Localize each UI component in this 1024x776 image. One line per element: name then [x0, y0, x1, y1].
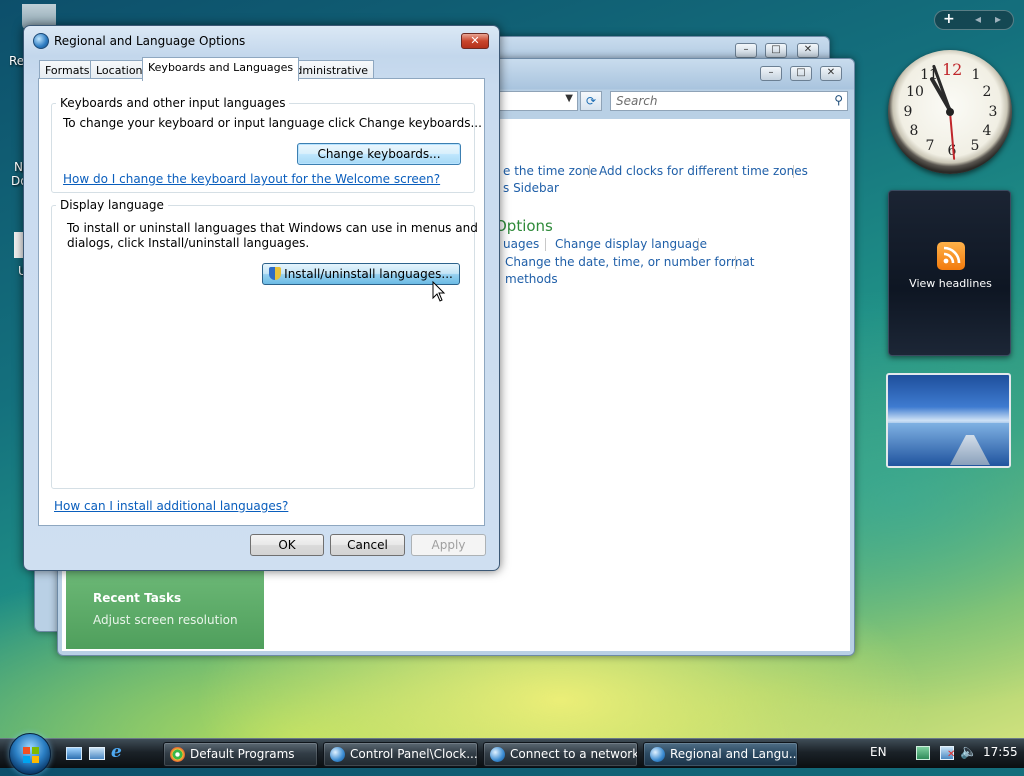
slideshow-gadget[interactable] — [886, 373, 1011, 468]
search-placeholder: Search — [616, 94, 658, 108]
taskbar-button-label: Control Panel\Clock... — [350, 747, 478, 761]
clock-numeral: 9 — [903, 104, 913, 120]
volume-muted-icon[interactable]: 🔈 — [960, 744, 977, 760]
display-language-description-line1: To install or uninstall languages that W… — [67, 221, 478, 235]
taskbar-button-connect-network[interactable]: Connect to a network — [483, 742, 638, 767]
apply-button[interactable]: Apply — [411, 534, 486, 556]
install-uninstall-label: Install/uninstall languages... — [284, 267, 453, 281]
windows-sidebar-tray-icon[interactable] — [916, 746, 930, 760]
keyboards-description: To change your keyboard or input languag… — [63, 116, 482, 130]
tab-keyboards-and-languages[interactable]: Keyboards and Languages — [142, 57, 300, 81]
internet-explorer-icon[interactable]: e — [111, 742, 122, 762]
language-indicator[interactable]: EN — [870, 745, 887, 759]
taskbar-button-regional-language[interactable]: Regional and Langu... — [643, 742, 798, 767]
clock-numeral: 4 — [982, 123, 992, 139]
refresh-icon[interactable]: ⟳ — [580, 91, 602, 111]
desktop-icon-label-recycle[interactable]: Re — [9, 54, 24, 68]
default-programs-icon — [170, 747, 185, 762]
clock-numeral: 12 — [942, 60, 963, 79]
clock-gadget[interactable]: 12 1 2 3 4 5 6 7 8 9 10 11 — [888, 50, 1012, 174]
desktop-icon-label-network[interactable]: N — [14, 160, 23, 174]
link-separator — [735, 256, 736, 269]
add-gadget-button[interactable]: + — [943, 11, 955, 27]
feed-headlines-gadget[interactable]: View headlines — [888, 190, 1011, 356]
change-time-zone-link[interactable]: e the time zone — [503, 164, 597, 178]
minimize-button[interactable]: – — [735, 43, 757, 58]
cancel-button[interactable]: Cancel — [330, 534, 405, 556]
slideshow-image — [888, 423, 1009, 466]
regional-language-dialog[interactable]: Regional and Language Options ✕ Formats … — [23, 25, 500, 571]
previous-page-button[interactable]: ◂ — [975, 12, 981, 26]
change-date-format-link[interactable]: Change the date, time, or number format — [505, 255, 754, 269]
next-page-button[interactable]: ▸ — [995, 12, 1001, 26]
network-icon — [490, 747, 505, 762]
regional-icon — [650, 747, 665, 762]
welcome-screen-keyboard-link[interactable]: How do I change the keyboard layout for … — [63, 172, 440, 186]
ok-button[interactable]: OK — [250, 534, 324, 556]
taskbar-button-label: Default Programs — [190, 747, 295, 761]
section-heading-options[interactable]: Options — [495, 217, 553, 235]
address-bar[interactable]: ▼ — [498, 91, 578, 111]
network-disconnected-icon: ✕ — [947, 749, 956, 760]
globe-icon — [33, 33, 49, 49]
network-tray-icon[interactable]: ✕ — [940, 746, 956, 760]
change-keyboards-button[interactable]: Change keyboards... — [297, 143, 461, 165]
display-language-group-title: Display language — [56, 198, 168, 212]
keyboards-group-title: Keyboards and other input languages — [56, 96, 290, 110]
mouse-cursor-icon — [432, 281, 446, 302]
close-button[interactable]: ✕ — [461, 33, 489, 49]
dialog-title: Regional and Language Options — [54, 34, 246, 48]
chevron-down-icon[interactable]: ▼ — [565, 93, 573, 104]
taskbar-button-label: Connect to a network — [510, 747, 638, 761]
taskbar-button-default-programs[interactable]: Default Programs — [163, 742, 318, 767]
taskbar-button-control-panel[interactable]: Control Panel\Clock... — [323, 742, 478, 767]
search-input[interactable]: Search ⚲ — [610, 91, 848, 111]
input-methods-link[interactable]: methods — [505, 272, 558, 286]
clock-numeral: 1 — [971, 67, 981, 83]
uac-shield-icon — [269, 267, 282, 280]
show-desktop-icon[interactable] — [66, 747, 82, 760]
close-button[interactable]: ✕ — [820, 66, 842, 81]
clock-numeral: 3 — [988, 104, 998, 120]
clock-numeral: 5 — [970, 138, 980, 154]
add-clocks-link[interactable]: Add clocks for different time zones — [599, 164, 808, 178]
recent-tasks-title: Recent Tasks — [93, 591, 182, 605]
link-separator — [793, 165, 794, 178]
tab-panel: Keyboards and other input languages To c… — [38, 78, 485, 526]
install-languages-link[interactable]: uages — [503, 237, 539, 251]
link-separator — [589, 165, 590, 178]
close-button[interactable]: ✕ — [797, 43, 819, 58]
control-panel-icon — [330, 747, 345, 762]
clock-numeral: 7 — [925, 138, 935, 154]
clock-numeral: 8 — [909, 123, 919, 139]
maximize-button[interactable]: □ — [790, 66, 812, 81]
clock-numeral: 2 — [982, 84, 992, 100]
taskbar-button-label: Regional and Langu... — [670, 747, 798, 761]
rss-icon — [937, 242, 965, 270]
switch-windows-icon[interactable] — [89, 747, 105, 760]
display-language-description-line2: dialogs, click Install/uninstall languag… — [67, 236, 310, 250]
adjust-screen-resolution-link[interactable]: Adjust screen resolution — [93, 613, 238, 627]
clock-numeral: 10 — [906, 84, 924, 100]
recent-tasks-panel: Recent Tasks Adjust screen resolution — [66, 571, 264, 649]
change-display-language-link[interactable]: Change display language — [555, 237, 707, 251]
clock-time[interactable]: 17:55 — [983, 745, 1018, 759]
start-button[interactable] — [9, 733, 51, 775]
maximize-button[interactable]: □ — [765, 43, 787, 58]
install-additional-languages-link[interactable]: How can I install additional languages? — [54, 499, 288, 513]
taskbar: e Default Programs Control Panel\Clock..… — [0, 733, 1024, 775]
link-separator — [545, 238, 546, 251]
link-separator — [698, 238, 699, 251]
search-icon[interactable]: ⚲ — [834, 93, 843, 107]
install-uninstall-languages-button[interactable]: Install/uninstall languages... — [262, 263, 460, 285]
minimize-button[interactable]: – — [760, 66, 782, 81]
sidebar-controls: + ◂ ▸ — [934, 10, 1014, 30]
sidebar-link[interactable]: s Sidebar — [503, 181, 559, 195]
clock-center-dot — [946, 108, 954, 116]
view-headlines-label[interactable]: View headlines — [889, 277, 1012, 290]
